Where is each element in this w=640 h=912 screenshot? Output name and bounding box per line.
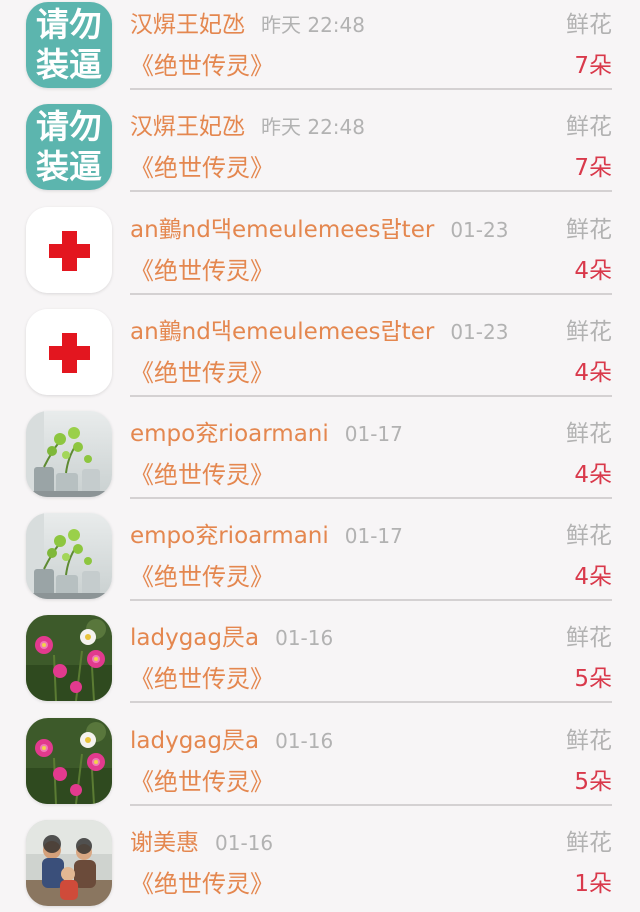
avatar[interactable] xyxy=(26,513,112,599)
avatar-text-line1: 请勿 xyxy=(36,5,102,44)
divider xyxy=(130,804,612,806)
book-title[interactable]: 《绝世传灵》 xyxy=(130,355,274,391)
timestamp: 01-16 xyxy=(275,626,334,650)
divider xyxy=(130,395,612,397)
gift-record-list: 请勿 装逼 汉焺王妃氹 昨天 22:48 《绝世传灵》 鲜花 7朵 请勿 装逼 汉… xyxy=(0,0,640,912)
username[interactable]: ladygag昃a xyxy=(130,625,259,651)
username[interactable]: ladygag昃a xyxy=(130,728,259,754)
divider xyxy=(130,293,612,295)
avatar-text-line2: 装逼 xyxy=(36,147,102,186)
avatar[interactable]: 请勿 装逼 xyxy=(26,2,112,88)
avatar[interactable] xyxy=(26,718,112,804)
plant-photo-icon xyxy=(26,411,112,497)
item-meta: 谢美惠 01-16 xyxy=(130,826,273,860)
book-title[interactable]: 《绝世传灵》 xyxy=(130,764,274,800)
gift-type: 鲜花 xyxy=(566,523,612,549)
timestamp: 01-17 xyxy=(344,524,403,548)
item-meta: an䴀nd댁emeulemees랍ter 01-23 xyxy=(130,315,508,349)
book-title[interactable]: 《绝世传灵》 xyxy=(130,559,274,595)
list-item[interactable]: empo兖rioarmani 01-17 《绝世传灵》 鲜花 4朵 xyxy=(0,513,640,616)
avatar[interactable] xyxy=(26,207,112,293)
gift-type: 鲜花 xyxy=(566,114,612,140)
gift-type: 鲜花 xyxy=(566,217,612,243)
timestamp: 01-16 xyxy=(275,729,334,753)
avatar[interactable]: 请勿 装逼 xyxy=(26,104,112,190)
flower-photo-icon xyxy=(26,615,112,701)
avatar-text-line1: 请勿 xyxy=(36,107,102,146)
item-meta: empo兖rioarmani 01-17 xyxy=(130,519,403,553)
gift-type: 鲜花 xyxy=(566,728,612,754)
flower-photo-icon xyxy=(26,718,112,804)
item-meta: empo兖rioarmani 01-17 xyxy=(130,417,403,451)
list-item[interactable]: 请勿 装逼 汉焺王妃氹 昨天 22:48 《绝世传灵》 鲜花 7朵 xyxy=(0,104,640,207)
list-item[interactable]: 请勿 装逼 汉焺王妃氹 昨天 22:48 《绝世传灵》 鲜花 7朵 xyxy=(0,2,640,105)
divider xyxy=(130,701,612,703)
timestamp: 昨天 22:48 xyxy=(261,115,365,139)
gift-count: 5朵 xyxy=(574,666,612,692)
list-item[interactable]: ladygag昃a 01-16 《绝世传灵》 鲜花 5朵 xyxy=(0,615,640,718)
gift-type: 鲜花 xyxy=(566,12,612,38)
gift-count: 1朵 xyxy=(574,871,612,897)
avatar[interactable] xyxy=(26,820,112,906)
book-title[interactable]: 《绝世传灵》 xyxy=(130,457,274,493)
book-title[interactable]: 《绝世传灵》 xyxy=(130,866,274,902)
list-item[interactable]: 谢美惠 01-16 《绝世传灵》 鲜花 1朵 xyxy=(0,820,640,912)
red-cross-icon xyxy=(26,309,112,395)
avatar-text-line2: 装逼 xyxy=(36,45,102,84)
item-meta: ladygag昃a 01-16 xyxy=(130,724,333,758)
book-title[interactable]: 《绝世传灵》 xyxy=(130,150,274,186)
gift-count: 5朵 xyxy=(574,769,612,795)
username[interactable]: an䴀nd댁emeulemees랍ter xyxy=(130,319,434,345)
gift-count: 7朵 xyxy=(574,155,612,181)
divider xyxy=(130,599,612,601)
family-photo-icon xyxy=(26,820,112,906)
timestamp: 昨天 22:48 xyxy=(261,13,365,37)
timestamp: 01-23 xyxy=(450,218,509,242)
avatar[interactable] xyxy=(26,309,112,395)
username[interactable]: empo兖rioarmani xyxy=(130,421,329,447)
gift-count: 4朵 xyxy=(574,564,612,590)
avatar[interactable] xyxy=(26,615,112,701)
gift-count: 7朵 xyxy=(574,53,612,79)
username[interactable]: 汉焺王妃氹 xyxy=(130,114,245,140)
gift-count: 4朵 xyxy=(574,360,612,386)
list-item[interactable]: empo兖rioarmani 01-17 《绝世传灵》 鲜花 4朵 xyxy=(0,411,640,514)
list-item[interactable]: an䴀nd댁emeulemees랍ter 01-23 《绝世传灵》 鲜花 4朵 xyxy=(0,207,640,310)
item-meta: 汉焺王妃氹 昨天 22:48 xyxy=(130,8,365,42)
list-item[interactable]: an䴀nd댁emeulemees랍ter 01-23 《绝世传灵》 鲜花 4朵 xyxy=(0,309,640,412)
item-meta: ladygag昃a 01-16 xyxy=(130,621,333,655)
gift-count: 4朵 xyxy=(574,258,612,284)
book-title[interactable]: 《绝世传灵》 xyxy=(130,661,274,697)
item-meta: an䴀nd댁emeulemees랍ter 01-23 xyxy=(130,213,508,247)
avatar[interactable] xyxy=(26,411,112,497)
timestamp: 01-17 xyxy=(344,422,403,446)
gift-type: 鲜花 xyxy=(566,319,612,345)
plant-photo-icon xyxy=(26,513,112,599)
book-title[interactable]: 《绝世传灵》 xyxy=(130,253,274,289)
gift-count: 4朵 xyxy=(574,462,612,488)
gift-type: 鲜花 xyxy=(566,830,612,856)
divider xyxy=(130,190,612,192)
username[interactable]: empo兖rioarmani xyxy=(130,523,329,549)
item-meta: 汉焺王妃氹 昨天 22:48 xyxy=(130,110,365,144)
divider xyxy=(130,88,612,90)
timestamp: 01-16 xyxy=(215,831,274,855)
timestamp: 01-23 xyxy=(450,320,509,344)
book-title[interactable]: 《绝世传灵》 xyxy=(130,48,274,84)
red-cross-icon xyxy=(26,207,112,293)
username[interactable]: 谢美惠 xyxy=(130,830,199,856)
username[interactable]: 汉焺王妃氹 xyxy=(130,12,245,38)
username[interactable]: an䴀nd댁emeulemees랍ter xyxy=(130,217,434,243)
gift-type: 鲜花 xyxy=(566,421,612,447)
list-item[interactable]: ladygag昃a 01-16 《绝世传灵》 鲜花 5朵 xyxy=(0,718,640,821)
gift-type: 鲜花 xyxy=(566,625,612,651)
divider xyxy=(130,497,612,499)
